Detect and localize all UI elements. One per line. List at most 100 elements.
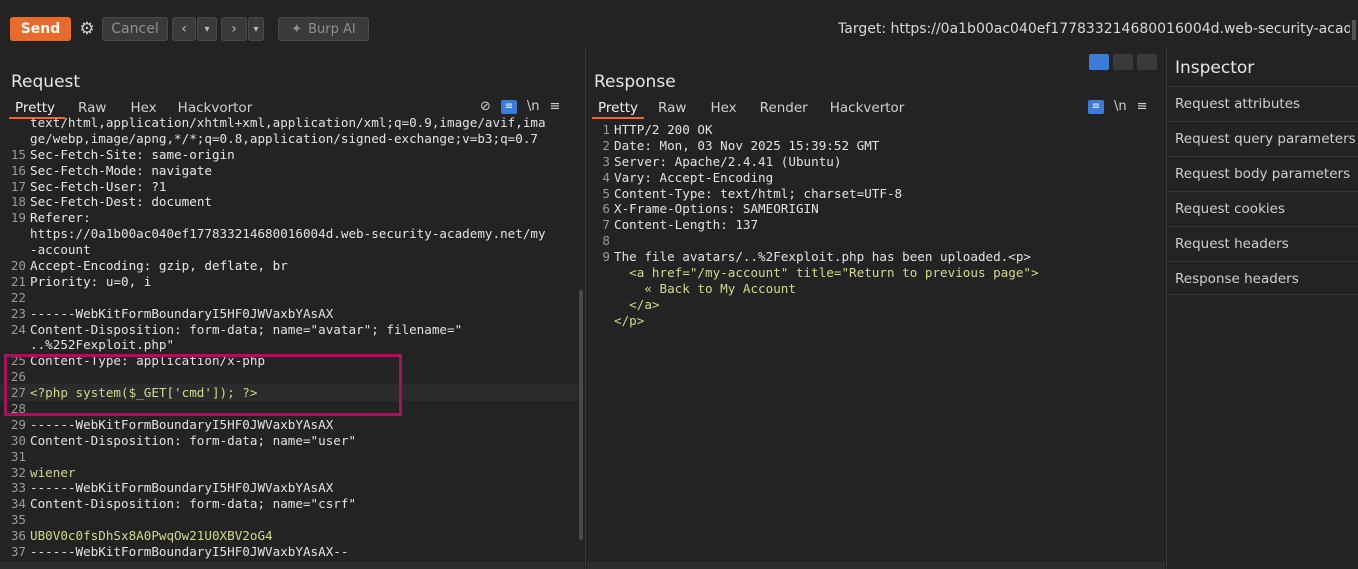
chevron-right-icon: › — [231, 21, 237, 37]
code-text: Content-Disposition: form-data; name="us… — [30, 432, 357, 448]
tab-hackvertor[interactable]: Hackvortor — [178, 100, 271, 116]
code-line: 2 Date: Mon, 03 Nov 2025 15:39:52 GMT — [588, 138, 1158, 154]
inspector-request-cookies[interactable]: Request cookies — [1168, 191, 1358, 225]
code-text: </a> — [614, 296, 660, 312]
inspector-title: Inspector — [1175, 58, 1255, 78]
back-button[interactable]: ‹ — [172, 17, 196, 41]
code-line: 19 Referer: — [4, 210, 576, 226]
code-line: 21 Priority: u=0, i — [4, 274, 576, 290]
menu-icon[interactable]: ≡ — [1137, 99, 1148, 114]
single-pane-icon[interactable] — [1137, 54, 1157, 70]
scroll-handle[interactable] — [1352, 20, 1356, 40]
back-menu-button[interactable]: ▾ — [197, 17, 217, 41]
split-horizontal-icon[interactable] — [1089, 54, 1109, 70]
code-line: 37 ------WebKitFormBoundaryI5HF0JWVaxbYAs… — [4, 544, 576, 560]
request-scrollbar[interactable] — [579, 290, 583, 540]
line-number: 30 — [10, 432, 26, 448]
inspector-divider[interactable] — [1166, 48, 1167, 569]
line-number: 3 — [602, 153, 610, 169]
line-number: 22 — [10, 289, 26, 305]
code-line: 9 The file avatars/..%2Fexploit.php has b… — [588, 249, 1158, 265]
line-number — [4, 242, 30, 258]
inspector-request-headers[interactable]: Request headers — [1168, 226, 1358, 260]
header-name: Priority — [30, 273, 91, 289]
code-line: 30 Content-Disposition: form-data; name="… — [4, 433, 576, 449]
tab-pretty[interactable]: Pretty — [15, 100, 78, 116]
header-line: Sec-Fetch-Site: same-origin — [30, 146, 235, 162]
gear-icon[interactable]: ⚙ — [76, 17, 98, 41]
request-title: Request — [11, 72, 81, 92]
newline-icon[interactable]: \n — [1114, 99, 1127, 114]
code-line: 36 UB0V0c0fsDhSx8A0PwqOw21U0XBV2oG4 — [4, 528, 576, 544]
line-number: 8 — [602, 233, 610, 249]
target-display[interactable]: Target: https://0a1b00ac040ef17783321468… — [838, 14, 1350, 44]
pane-divider[interactable] — [585, 48, 586, 569]
header-name: Sec-Fetch-Dest — [30, 194, 137, 210]
eye-off-icon[interactable]: ⊘ — [480, 99, 491, 114]
header-line: Sec-Fetch-Dest: document — [30, 194, 212, 210]
header-value: u=0, i — [105, 273, 152, 289]
code-text: Server: Apache/2.4.41 (Ubuntu) — [614, 153, 842, 169]
split-vertical-icon[interactable] — [1113, 54, 1133, 70]
code-text: ------WebKitFormBoundaryI5HF0JWVaxbYAsAX… — [30, 544, 349, 560]
tab-hackvertor[interactable]: Hackvertor — [830, 100, 923, 116]
line-number: 37 — [10, 544, 26, 560]
cancel-button[interactable]: Cancel — [102, 17, 168, 41]
request-search-bar[interactable] — [0, 562, 584, 569]
header-line: Accept-Encoding: gzip, deflate, br — [30, 258, 288, 274]
tab-pretty[interactable]: Pretty — [598, 100, 658, 116]
code-text: </p> — [614, 312, 645, 328]
header-line: Priority: u=0, i — [30, 273, 152, 289]
wrap-lines-icon[interactable]: ≡ — [500, 99, 517, 114]
response-tools: ≡ \n ≡ — [1088, 99, 1148, 114]
line-number: 23 — [10, 305, 26, 321]
code-line: 1 HTTP/2 200 OK — [588, 122, 1158, 138]
inspector-response-headers[interactable]: Response headers — [1168, 261, 1358, 295]
menu-icon[interactable]: ≡ — [550, 99, 561, 114]
code-line: -account — [4, 242, 576, 258]
line-number: 9 — [602, 249, 610, 265]
response-search-bar[interactable] — [587, 562, 1165, 569]
code-line: 3 Server: Apache/2.4.41 (Ubuntu) — [588, 154, 1158, 170]
code-text: Date: Mon, 03 Nov 2025 15:39:52 GMT — [614, 137, 880, 153]
tab-raw[interactable]: Raw — [658, 100, 710, 116]
line-number: 34 — [10, 496, 26, 512]
inspector-query-parameters[interactable]: Request query parameters — [1168, 121, 1358, 155]
code-line: ge/webp,image/apng,*/*;q=0.8,application… — [4, 131, 576, 147]
code-text: UB0V0c0fsDhSx8A0PwqOw21U0XBV2oG4 — [30, 528, 273, 544]
sparkle-icon: ✦ — [291, 21, 303, 37]
header-line: Sec-Fetch-User: ?1 — [30, 178, 167, 194]
code-text: Content-Disposition: form-data; name="cs… — [30, 496, 357, 512]
send-button[interactable]: Send — [10, 17, 71, 41]
header-name: Accept-Encoding — [30, 258, 144, 274]
code-line: https://0a1b00ac040ef177833214680016004d… — [4, 226, 576, 242]
response-editor[interactable]: 1 HTTP/2 200 OK 2 Date: Mon, 03 Nov 2025 15… — [588, 122, 1158, 542]
code-line: 8 — [588, 233, 1158, 249]
inspector-request-attributes[interactable]: Request attributes — [1168, 86, 1358, 120]
code-line: 24 Content-Disposition: form-data; name="… — [4, 322, 576, 338]
target-url: Target: https://0a1b00ac040ef17783321468… — [838, 21, 1350, 37]
code-line: 34 Content-Disposition: form-data; name="… — [4, 496, 576, 512]
line-number: 16 — [10, 162, 26, 178]
tab-raw[interactable]: Raw — [78, 100, 130, 116]
header-line: Sec-Fetch-Mode: navigate — [30, 162, 212, 178]
tab-render[interactable]: Render — [760, 100, 830, 116]
wrap-lines-icon[interactable]: ≡ — [1088, 99, 1104, 114]
tab-hex[interactable]: Hex — [710, 100, 759, 116]
header-value: ?1 — [151, 178, 167, 194]
line-number — [4, 337, 30, 353]
code-text: ------WebKitFormBoundaryI5HF0JWVaxbYAsAX — [30, 305, 334, 321]
line-number: 24 — [10, 321, 26, 337]
newline-icon[interactable]: \n — [527, 99, 540, 114]
burp-ai-button[interactable]: ✦ Burp AI — [278, 17, 369, 41]
header-value: navigate — [151, 162, 212, 178]
request-editor[interactable]: text/html,application/xhtml+xml,applicat… — [4, 115, 576, 562]
tab-hex[interactable]: Hex — [130, 100, 177, 116]
forward-button[interactable]: › — [221, 17, 247, 41]
code-line: 4 Vary: Accept-Encoding — [588, 170, 1158, 186]
code-line: 18 Sec-Fetch-Dest: document — [4, 194, 576, 210]
forward-menu-button[interactable]: ▾ — [248, 17, 264, 41]
code-line: 29 ------WebKitFormBoundaryI5HF0JWVaxbYAs… — [4, 417, 576, 433]
inspector-body-parameters[interactable]: Request body parameters — [1168, 156, 1358, 190]
code-line: 20 Accept-Encoding: gzip, deflate, br — [4, 258, 576, 274]
